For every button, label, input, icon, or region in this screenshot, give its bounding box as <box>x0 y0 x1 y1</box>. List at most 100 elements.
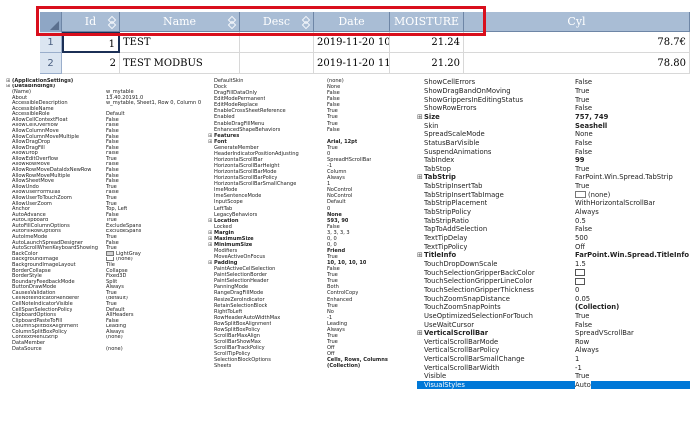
property-value[interactable] <box>575 277 585 285</box>
property-row[interactable]: TouchSelectionGripperThickness 0 <box>417 286 690 295</box>
expand-icon[interactable]: ⊞ <box>417 173 424 181</box>
cell-cyl[interactable]: 78.80 <box>464 53 690 74</box>
color-box-icon[interactable] <box>575 269 585 277</box>
property-value[interactable]: 757, 749 <box>575 113 608 121</box>
property-row[interactable]: TouchZoomSnapPoints (Collection) <box>417 303 690 312</box>
property-row[interactable]: VisualStyles Auto <box>417 380 690 390</box>
property-row[interactable]: ShowRowErrors False <box>417 104 690 113</box>
property-row[interactable]: TabStop True <box>417 165 690 174</box>
property-row[interactable]: TapToAddSelection False <box>417 225 690 234</box>
property-row[interactable]: TouchDropDownScale 1.5 <box>417 260 690 269</box>
property-row[interactable]: TextTipDelay 500 <box>417 234 690 243</box>
property-row[interactable]: TabStripRatio 0.5 <box>417 216 690 225</box>
cell-cyl[interactable]: 78.7€ <box>464 32 690 53</box>
property-row[interactable]: Sheets (Collection) <box>208 363 408 369</box>
property-row[interactable]: Visible True <box>417 372 690 381</box>
property-row[interactable]: ShowCellErrors False <box>417 78 690 87</box>
sort-icon[interactable] <box>228 17 236 27</box>
expand-icon[interactable]: ⊞ <box>417 329 424 337</box>
cell-desc[interactable] <box>240 32 314 53</box>
property-row[interactable]: Skin Seashell <box>417 121 690 130</box>
property-value[interactable]: None <box>575 130 593 138</box>
property-value[interactable]: FarPoint.Win.Spread.TabStrip <box>575 173 673 181</box>
sort-icon[interactable] <box>108 17 116 27</box>
property-value[interactable]: True <box>575 182 589 190</box>
property-value[interactable]: (none) <box>575 191 610 199</box>
property-value[interactable]: Seashell <box>575 122 607 130</box>
cell-moisture[interactable]: 21.20 <box>390 53 464 74</box>
property-row[interactable]: VerticalScrollBarPolicy Always <box>417 346 690 355</box>
cell-moisture[interactable]: 21.24 <box>390 32 464 53</box>
property-value[interactable]: FarPoint.Win.Spread.TitleInfo <box>575 251 689 259</box>
column-header-name[interactable]: Name <box>120 12 240 32</box>
property-row[interactable]: TouchSelectionGripperLineColor <box>417 277 690 286</box>
property-value[interactable]: 99 <box>575 156 584 164</box>
property-value[interactable] <box>575 269 585 277</box>
property-value[interactable]: WithHorizontalScrollBar <box>575 199 655 207</box>
property-row[interactable]: ⊞ VerticalScrollBar SpreadVScrollBar <box>417 329 690 338</box>
property-value[interactable]: Always <box>575 208 599 216</box>
color-box-icon[interactable] <box>575 277 585 285</box>
property-value[interactable]: False <box>575 225 592 233</box>
property-row[interactable]: StatusBarVisible False <box>417 139 690 148</box>
property-value[interactable]: True <box>575 372 589 380</box>
cell-desc[interactable] <box>240 53 314 74</box>
property-row[interactable]: VerticalScrollBarMode Row <box>417 338 690 347</box>
property-value[interactable]: True <box>575 312 589 320</box>
row-header[interactable]: 1 <box>40 32 62 53</box>
column-header-date[interactable]: Date <box>314 12 390 32</box>
property-row[interactable]: VerticalScrollBarSmallChange 1 <box>417 355 690 364</box>
property-row[interactable]: UseOptimizedSelectionForTouch True <box>417 312 690 321</box>
property-row[interactable]: ⊞ TabStrip FarPoint.Win.Spread.TabStrip <box>417 173 690 182</box>
property-value[interactable]: (Collection) <box>575 303 619 311</box>
expand-icon[interactable]: ⊞ <box>417 113 424 121</box>
property-row[interactable]: TabStripPolicy Always <box>417 208 690 217</box>
property-value[interactable]: Off <box>575 243 585 251</box>
property-row[interactable]: ⊞ TitleInfo FarPoint.Win.Spread.TitleInfo <box>417 251 690 260</box>
property-value[interactable]: True <box>575 96 589 104</box>
property-row[interactable]: ShowDragBandOnMoving True <box>417 87 690 96</box>
property-row[interactable]: DataSource (none) <box>6 346 206 352</box>
property-value[interactable]: (none) <box>106 346 123 352</box>
property-value[interactable]: False <box>575 321 592 329</box>
cell-id[interactable]: 2 <box>62 53 120 74</box>
row-header[interactable]: 2 <box>40 53 62 74</box>
property-value[interactable]: True <box>575 165 589 173</box>
property-value[interactable]: 0.05 <box>575 295 590 303</box>
property-row[interactable]: TabIndex 99 <box>417 156 690 165</box>
property-row[interactable]: TouchZoomSnapDistance 0.05 <box>417 294 690 303</box>
expand-icon[interactable]: ⊞ <box>417 251 424 259</box>
property-value[interactable]: Auto <box>575 381 591 390</box>
property-row[interactable]: TabStripInsertTabImage (none) <box>417 190 690 199</box>
property-row[interactable]: UseWaitCursor False <box>417 320 690 329</box>
property-value[interactable]: False <box>575 139 592 147</box>
property-value[interactable]: SpreadVScrollBar <box>575 329 634 337</box>
property-value[interactable]: False <box>575 78 592 86</box>
cell-id[interactable]: 1 <box>62 32 120 53</box>
property-value[interactable]: 0.5 <box>575 217 586 225</box>
property-value[interactable]: Always <box>575 346 599 354</box>
cell-date[interactable]: 2019-11-20 11:02:20 <box>314 53 390 74</box>
column-header-id[interactable]: Id <box>62 12 120 32</box>
column-header-moisture[interactable]: MOISTURE <box>390 12 464 32</box>
property-row[interactable]: SuspendAnimations False <box>417 147 690 156</box>
property-value[interactable]: False <box>575 104 592 112</box>
column-header-desc[interactable]: Desc <box>240 12 314 32</box>
spread-grid[interactable]: Id Name Desc Date MOISTURE Cyl 1 1 TEST … <box>40 12 690 74</box>
cell-date[interactable]: 2019-11-20 10:56:32 <box>314 32 390 53</box>
property-value[interactable]: 0 <box>575 286 579 294</box>
property-row[interactable]: ⊞ Size 757, 749 <box>417 113 690 122</box>
property-value[interactable]: 1.5 <box>575 260 586 268</box>
column-header-cyl[interactable]: Cyl <box>464 12 690 32</box>
property-value[interactable]: Row <box>575 338 589 346</box>
property-row[interactable]: TabStripPlacement WithHorizontalScrollBar <box>417 199 690 208</box>
property-row[interactable]: ShowGrippersInEditingStatus True <box>417 95 690 104</box>
select-all-corner[interactable] <box>40 12 62 32</box>
property-value[interactable]: True <box>575 87 589 95</box>
cell-name[interactable]: TEST <box>120 32 240 53</box>
property-row[interactable]: VerticalScrollBarWidth -1 <box>417 363 690 372</box>
property-row[interactable]: SpreadScaleMode None <box>417 130 690 139</box>
property-row[interactable]: TabStripInsertTab True <box>417 182 690 191</box>
property-value[interactable]: 500 <box>575 234 588 242</box>
property-value[interactable]: False <box>575 148 592 156</box>
